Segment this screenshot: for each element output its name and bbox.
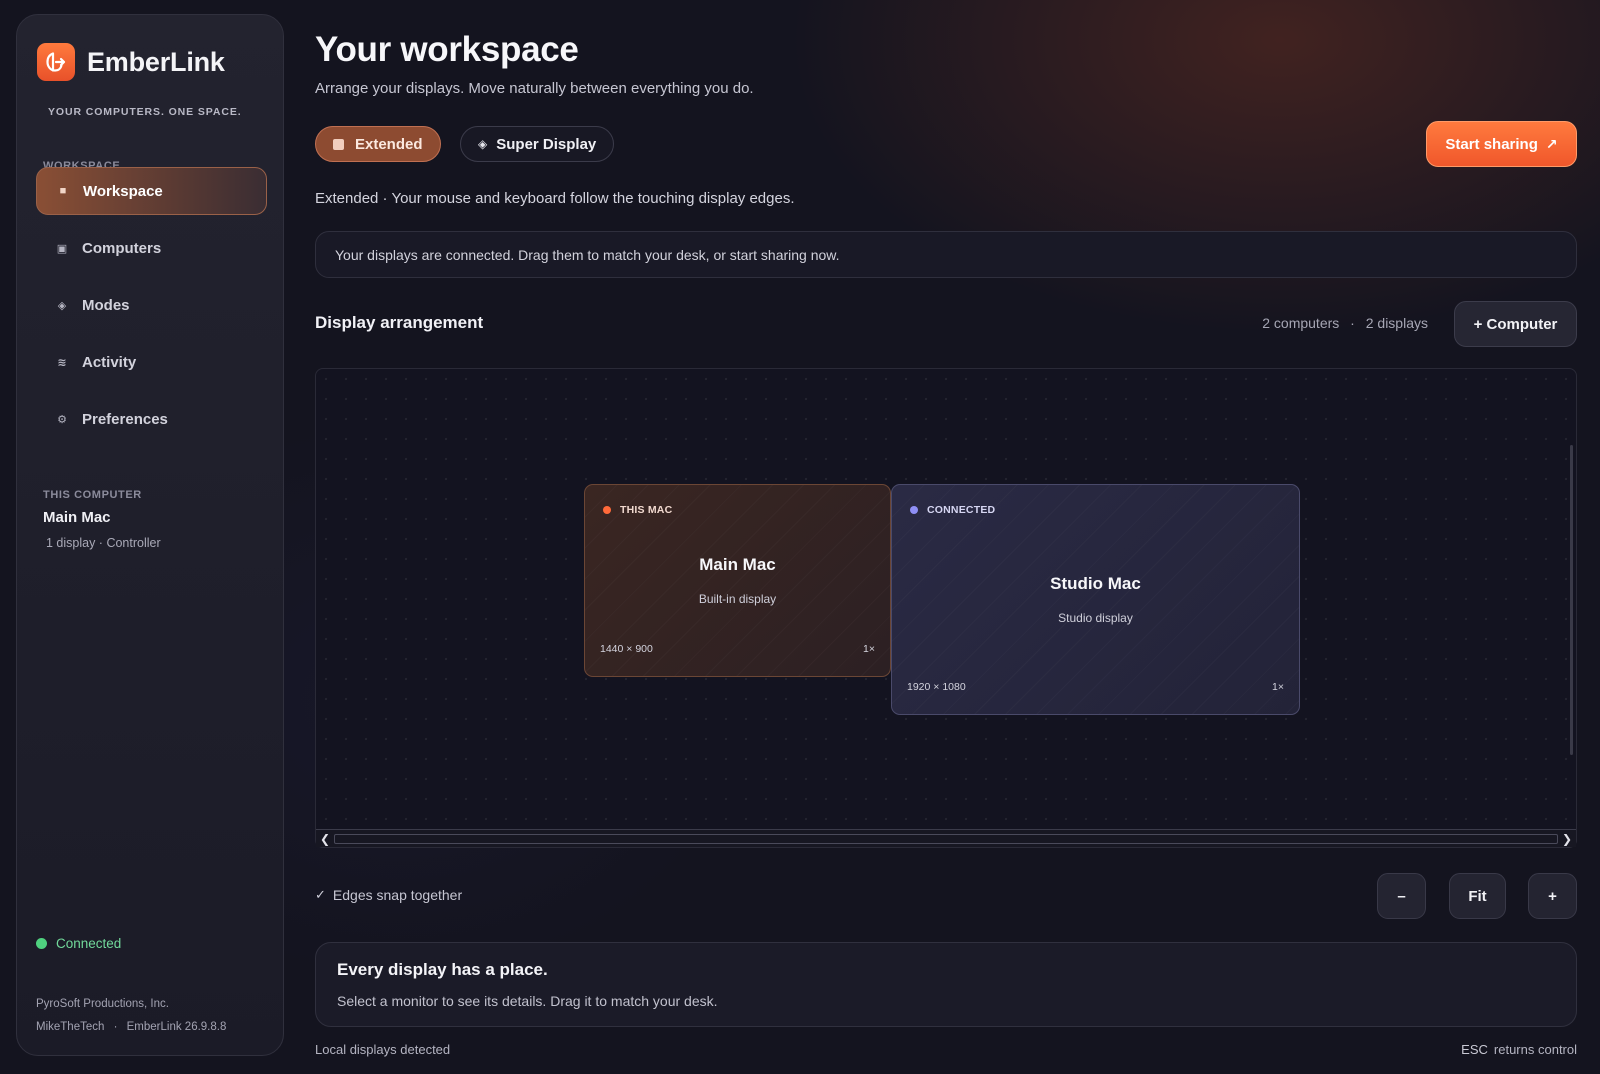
footer-separator: · [113, 1021, 118, 1033]
display-name: Main Mac [699, 555, 776, 574]
status-label: Connected [56, 936, 122, 951]
app-version: EmberLink 26.9.8.8 [126, 1021, 227, 1033]
start-sharing-button[interactable]: Start sharing ↗ [1426, 121, 1577, 167]
display-resolution: 1440 × 900 [600, 643, 653, 655]
sidebar-item-computers[interactable]: ▣ Computers [36, 224, 267, 272]
gear-icon: ⚙ [57, 413, 67, 426]
emberlink-logo-icon [37, 43, 75, 81]
sidebar: EmberLink YOUR COMPUTERS. ONE SPACE. WOR… [16, 14, 284, 1056]
status-banner: Your displays are connected. Drag them t… [315, 231, 1577, 278]
display-scale: 1× [1272, 681, 1284, 693]
add-computer-button[interactable]: + Computer [1454, 301, 1577, 347]
status-dot-icon [36, 938, 47, 949]
display-tag-label: CONNECTED [927, 504, 996, 516]
footer-hint: ESC returns control [1461, 1042, 1577, 1057]
sidebar-item-activity[interactable]: ≋ Activity [36, 338, 267, 386]
sidebar-item-label: Computers [82, 239, 162, 257]
square-icon [333, 138, 344, 150]
this-computer-label: THIS COMPUTER [43, 489, 142, 501]
zoom-fit-button[interactable]: Fit [1449, 873, 1506, 919]
sidebar-item-modes[interactable]: ◈ Modes [36, 281, 267, 329]
display-tag-label: THIS MAC [620, 504, 673, 516]
mode-super-display-label: Super Display [496, 135, 597, 153]
info-text: Select a monitor to see its details. Dra… [337, 993, 718, 1009]
banner-text: Your displays are connected. Drag them t… [335, 246, 840, 263]
snap-indicator: ✓ Edges snap together [315, 887, 462, 903]
check-icon: ✓ [315, 887, 326, 902]
esc-key: ESC [1461, 1042, 1488, 1057]
display-type: Built-in display [698, 592, 777, 606]
vertical-scrollbar[interactable] [1566, 375, 1576, 835]
user-name: MikeTheTech [36, 1021, 105, 1033]
chevron-left-icon[interactable]: ❮ [316, 830, 334, 848]
display-card-studio-mac[interactable]: CONNECTED Studio Mac Studio display 1920… [891, 484, 1300, 715]
footer-hint-text: returns control [1493, 1042, 1577, 1057]
display-type: Studio display [1058, 611, 1133, 625]
chevron-right-icon[interactable]: ❯ [1558, 830, 1576, 848]
arrangement-title: Display arrangement [315, 313, 484, 332]
dot-icon [910, 506, 918, 514]
monitor-icon: ▣ [56, 242, 68, 255]
zoom-out-button[interactable]: – [1377, 873, 1426, 919]
connection-status: Connected [36, 936, 121, 951]
horizontal-scrollbar[interactable]: ❮ ❯ [316, 829, 1576, 847]
displays-count: 2 displays [1365, 315, 1428, 331]
square-icon: ■ [59, 185, 67, 197]
info-title: Every display has a place. [337, 960, 548, 979]
diamond-icon: ◈ [478, 137, 488, 151]
page-subtitle: Arrange your displays. Move naturally be… [315, 80, 754, 97]
display-card-main-mac[interactable]: THIS MAC Main Mac Built-in display 1440 … [584, 484, 891, 677]
arrow-up-right-icon: ↗ [1545, 135, 1558, 152]
vertical-scrollbar-thumb[interactable] [1570, 445, 1573, 755]
sidebar-item-label: Workspace [83, 182, 163, 200]
arrangement-counts: 2 computers · 2 displays [1262, 315, 1428, 331]
display-tag: THIS MAC [603, 504, 672, 516]
sidebar-item-preferences[interactable]: ⚙ Preferences [36, 395, 267, 443]
user-version: MikeTheTech · EmberLink 26.9.8.8 [36, 1021, 226, 1033]
mode-super-display-button[interactable]: ◈ Super Display [460, 126, 615, 162]
brand-tagline: YOUR COMPUTERS. ONE SPACE. [48, 106, 242, 118]
display-name: Studio Mac [1050, 574, 1141, 593]
sidebar-item-label: Activity [82, 353, 137, 371]
brand: EmberLink [37, 43, 225, 81]
display-scale: 1× [863, 643, 875, 655]
horizontal-scrollbar-thumb[interactable] [334, 834, 1558, 844]
computers-count: 2 computers [1262, 315, 1340, 331]
mode-extended-label: Extended [355, 135, 423, 153]
this-computer-meta: 1 display · Controller [46, 536, 161, 550]
sidebar-item-label: Preferences [82, 410, 168, 428]
zoom-in-button[interactable]: + [1528, 873, 1577, 919]
page-title: Your workspace [315, 30, 579, 69]
company-name: PyroSoft Productions, Inc. [36, 998, 169, 1010]
counts-separator: · [1350, 315, 1355, 331]
footer-status: Local displays detected [315, 1042, 451, 1057]
diamond-icon: ◈ [57, 299, 67, 312]
mode-description: Extended · Your mouse and keyboard follo… [315, 190, 795, 207]
display-tag: CONNECTED [910, 504, 995, 516]
mode-extended-button[interactable]: Extended [315, 126, 441, 162]
sidebar-item-workspace[interactable]: ■ Workspace [36, 167, 267, 215]
this-computer-name: Main Mac [43, 509, 111, 526]
brand-name: EmberLink [87, 46, 225, 77]
dot-icon [603, 506, 611, 514]
display-resolution: 1920 × 1080 [907, 681, 966, 693]
activity-icon: ≋ [57, 356, 67, 369]
snap-label: Edges snap together [332, 887, 463, 903]
info-card: Every display has a place. Select a moni… [315, 942, 1577, 1027]
start-sharing-label: Start sharing [1445, 135, 1538, 153]
sidebar-item-label: Modes [82, 296, 130, 314]
